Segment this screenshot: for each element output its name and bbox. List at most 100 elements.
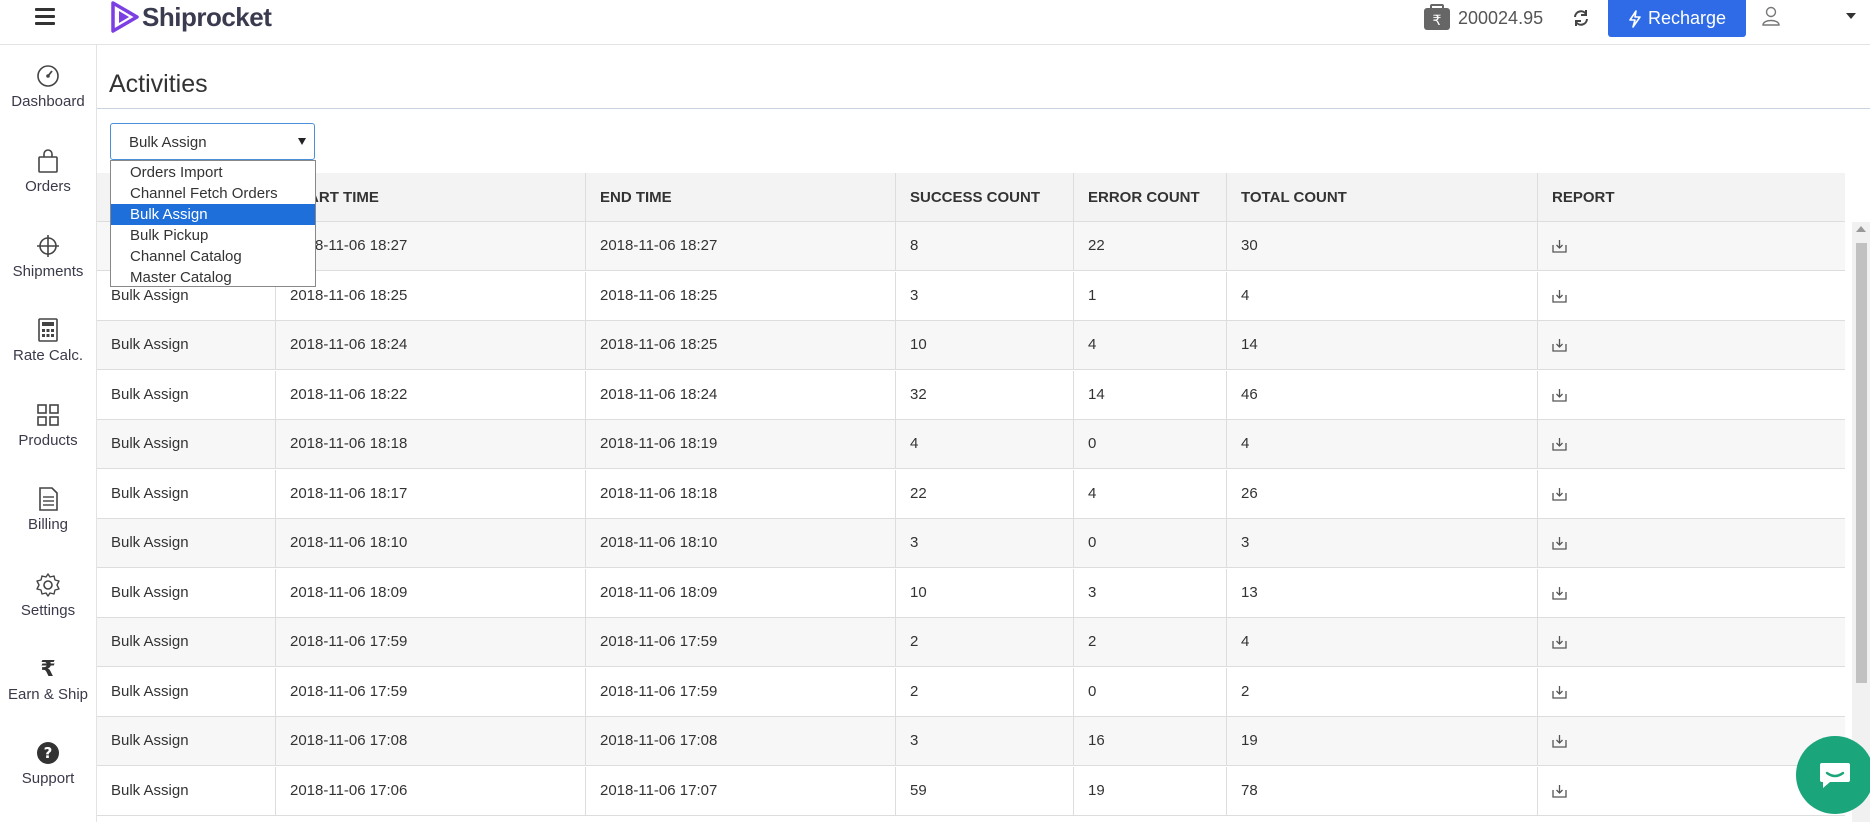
download-report-icon[interactable] — [1552, 289, 1567, 303]
activity-type-dropdown: Orders Import Channel Fetch Orders Bulk … — [110, 160, 316, 287]
cell-end-time: 2018-11-06 17:59 — [586, 667, 896, 717]
user-icon[interactable] — [1762, 6, 1780, 26]
table-row: Bulk Assign 2018-11-06 18:10 2018-11-06 18… — [97, 519, 1845, 568]
dropdown-option-channel-fetch-orders[interactable]: Channel Fetch Orders — [111, 183, 315, 204]
cell-error-count: 0 — [1074, 667, 1227, 717]
download-report-icon[interactable] — [1552, 784, 1567, 798]
table-scrollbar-thumb[interactable] — [1856, 243, 1867, 683]
download-report-icon[interactable] — [1552, 536, 1567, 550]
download-report-icon[interactable] — [1552, 388, 1567, 402]
svg-text:₹: ₹ — [1433, 13, 1442, 29]
cell-end-time: 2018-11-06 18:24 — [586, 370, 896, 420]
sidebar-item-products[interactable]: Products — [0, 402, 96, 449]
cell-total-count: 46 — [1227, 370, 1538, 420]
wallet-icon: ₹ — [1424, 4, 1450, 30]
download-report-icon[interactable] — [1552, 734, 1567, 748]
wallet-balance[interactable]: ₹ 200024.95 — [1422, 4, 1543, 32]
download-report-icon[interactable] — [1552, 239, 1567, 253]
speedometer-icon — [0, 63, 96, 89]
cell-error-count: 4 — [1074, 321, 1227, 370]
cell-total-count: 78 — [1227, 766, 1538, 816]
download-report-icon[interactable] — [1552, 437, 1567, 451]
calculator-icon — [0, 317, 96, 343]
shiprocket-logo-icon — [111, 1, 139, 33]
cell-report — [1538, 569, 1845, 618]
cell-success-count: 10 — [896, 321, 1074, 370]
recharge-button[interactable]: Recharge — [1608, 0, 1746, 37]
cell-end-time: 2018-11-06 18:10 — [586, 519, 896, 568]
cell-start-time: 2018-11-06 18:18 — [276, 420, 586, 469]
download-report-icon[interactable] — [1552, 338, 1567, 352]
dropdown-option-bulk-assign[interactable]: Bulk Assign — [111, 204, 315, 225]
column-header-success-count[interactable]: SUCCESS COUNT — [896, 173, 1074, 222]
download-report-icon[interactable] — [1552, 685, 1567, 699]
activity-type-select[interactable]: Bulk Assign — [110, 123, 315, 160]
column-header-end-time[interactable]: END TIME — [586, 173, 896, 222]
table-row: Bulk Assign 2018-11-06 17:59 2018-11-06 17… — [97, 618, 1845, 667]
dropdown-option-master-catalog[interactable]: Master Catalog — [111, 267, 315, 288]
table-row: Bulk Assign 2018-11-06 17:06 2018-11-06 17… — [97, 766, 1845, 816]
column-header-error-count[interactable]: ERROR COUNT — [1074, 173, 1227, 222]
cell-total-count: 26 — [1227, 469, 1538, 519]
column-header-total-count[interactable]: TOTAL COUNT — [1227, 173, 1538, 222]
cell-total-count: 4 — [1227, 420, 1538, 469]
cell-report — [1538, 420, 1845, 469]
cell-error-count: 16 — [1074, 717, 1227, 766]
sidebar-item-billing[interactable]: Billing — [0, 486, 96, 533]
svg-text:?: ? — [44, 744, 53, 762]
cell-report — [1538, 618, 1845, 667]
lightning-icon — [1629, 9, 1641, 28]
table-header: START TIME END TIME SUCCESS COUNT ERROR … — [97, 173, 1845, 222]
sidebar-item-label: Products — [18, 432, 78, 449]
sidebar-nav: Dashboard Orders Shipments Rate Calc. Pr… — [0, 45, 97, 822]
cell-type: Bulk Assign — [97, 618, 276, 667]
sidebar-item-label: Support — [21, 770, 75, 787]
cell-total-count: 2 — [1227, 667, 1538, 717]
cell-start-time: 2018-11-06 18:10 — [276, 519, 586, 568]
cell-success-count: 10 — [896, 568, 1074, 618]
help-icon: ? — [0, 740, 96, 766]
cell-success-count: 3 — [896, 271, 1074, 321]
sidebar-item-label: Billing — [27, 516, 69, 533]
download-report-icon[interactable] — [1552, 487, 1567, 501]
refresh-icon[interactable] — [1572, 9, 1590, 27]
column-header-start-time[interactable]: START TIME — [276, 173, 586, 222]
cell-start-time: 2018-11-06 17:06 — [276, 766, 586, 816]
download-report-icon[interactable] — [1552, 586, 1567, 600]
sidebar-item-shipments[interactable]: Shipments — [0, 233, 96, 280]
sidebar-item-label: Earn & Ship — [7, 686, 89, 703]
user-menu-chevron-down-icon[interactable] — [1846, 13, 1856, 19]
scroll-up-arrow-icon[interactable] — [1856, 226, 1866, 232]
cell-success-count: 2 — [896, 667, 1074, 717]
chat-widget-button[interactable] — [1796, 736, 1870, 814]
dropdown-option-channel-catalog[interactable]: Channel Catalog — [111, 246, 315, 267]
cell-total-count: 14 — [1227, 321, 1538, 370]
download-report-icon[interactable] — [1552, 635, 1567, 649]
cell-success-count: 22 — [896, 469, 1074, 519]
sidebar-item-dashboard[interactable]: Dashboard — [0, 63, 96, 110]
cell-success-count: 8 — [896, 222, 1074, 271]
sidebar-item-settings[interactable]: Settings — [0, 572, 96, 619]
dropdown-option-orders-import[interactable]: Orders Import — [111, 162, 315, 183]
brand-logo[interactable]: Shiprocket — [110, 0, 272, 34]
shopping-bag-icon — [0, 148, 96, 174]
sidebar-item-orders[interactable]: Orders — [0, 148, 96, 195]
cell-type: Bulk Assign — [97, 667, 276, 717]
dropdown-option-bulk-pickup[interactable]: Bulk Pickup — [111, 225, 315, 246]
cell-error-count: 2 — [1074, 618, 1227, 667]
rupee-icon: ₹ — [40, 656, 56, 682]
table-row: Bulk Assign 2018-11-06 18:09 2018-11-06 18… — [97, 568, 1845, 618]
hamburger-menu-icon[interactable] — [35, 8, 55, 26]
cell-report — [1538, 272, 1845, 321]
sidebar-item-rate-calc[interactable]: Rate Calc. — [0, 317, 96, 364]
sidebar-item-earn-ship[interactable]: ₹ Earn & Ship — [0, 656, 96, 704]
table-row: Bulk Assign2018-11-06 18:272018-11-06 18… — [97, 222, 1845, 271]
cell-success-count: 2 — [896, 618, 1074, 667]
cell-start-time: 2018-11-06 17:59 — [276, 667, 586, 717]
cell-end-time: 2018-11-06 18:09 — [586, 568, 896, 618]
cell-error-count: 22 — [1074, 222, 1227, 271]
cell-start-time: 2018-11-06 18:17 — [276, 469, 586, 519]
cell-success-count: 3 — [896, 717, 1074, 766]
sidebar-item-support[interactable]: ? Support — [0, 740, 96, 787]
sidebar-item-label: Rate Calc. — [12, 347, 84, 364]
